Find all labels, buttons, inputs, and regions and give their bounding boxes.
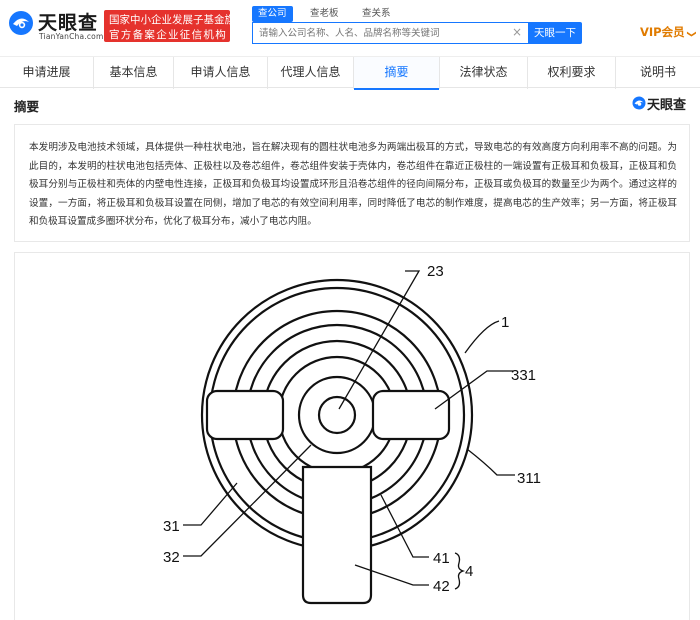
label-42: 42: [433, 578, 450, 595]
logo-eye-icon: [9, 11, 33, 35]
tab-claims[interactable]: 权利要求: [528, 57, 616, 89]
leader-311: [466, 448, 515, 476]
label-32: 32: [163, 549, 180, 566]
tab-agent-info[interactable]: 代理人信息: [268, 57, 354, 89]
tab-abstract[interactable]: 摘要: [354, 57, 440, 90]
positive-tab-right: [371, 389, 451, 441]
section-title: 摘要: [14, 99, 40, 114]
patent-drawing: 23 1 331 311 31 32 41 42 4: [14, 252, 690, 620]
leader-1: [464, 320, 500, 354]
tab-description[interactable]: 说明书: [616, 57, 700, 89]
winding-ring-5: [297, 375, 377, 455]
vip-label: VIP会员: [640, 25, 685, 39]
search-box: ×: [252, 22, 528, 44]
tab-applicant-info[interactable]: 申请人信息: [174, 57, 268, 89]
watermark-text: 天眼查: [647, 98, 687, 113]
label-23: 23: [427, 263, 444, 280]
negative-tab-stem: [301, 465, 373, 605]
search-input[interactable]: [259, 25, 509, 41]
abstract-text: 本发明涉及电池技术领域，具体提供一种柱状电池，旨在解决现有的圆柱状电池多为两端出…: [14, 124, 690, 242]
search-button[interactable]: 天眼一下: [528, 22, 582, 44]
top-header: 天眼查 TianYanCha.com 国家中小企业发展子基金旗下 官方备案企业征…: [0, 0, 700, 56]
tab-application-progress[interactable]: 申请进展: [0, 57, 94, 89]
clear-icon[interactable]: ×: [512, 25, 522, 39]
label-41: 41: [433, 550, 450, 567]
tianyancha-logo[interactable]: 天眼查 TianYanCha.com: [8, 6, 104, 46]
label-31: 31: [163, 518, 180, 535]
battery-drawing-svg: 23 1 331 311 31 32 41 42 4: [163, 263, 541, 605]
brace-4: [454, 552, 466, 590]
patent-tab-bar: 申请进展 基本信息 申请人信息 代理人信息 摘要 法律状态 权利要求 说明书: [0, 56, 700, 90]
label-4: 4: [465, 563, 473, 580]
watermark-logo-icon: [632, 96, 646, 110]
positive-tab-left: [205, 389, 285, 441]
logo-text: 天眼查: [38, 12, 99, 34]
official-badge: 国家中小企业发展子基金旗下 官方备案企业征信机构: [104, 10, 246, 42]
search-tab-boss[interactable]: 查老板: [304, 6, 345, 22]
badge-line-1: 国家中小企业发展子基金旗下: [109, 14, 246, 26]
label-1: 1: [501, 314, 509, 331]
chevron-down-icon: ❯: [685, 30, 696, 38]
leader-32: [183, 444, 312, 557]
center-circle: [317, 395, 357, 435]
label-311: 311: [517, 470, 541, 487]
leader-31: [183, 482, 238, 526]
search-tab-company[interactable]: 查公司: [252, 6, 293, 22]
badge-line-2: 官方备案企业征信机构: [109, 29, 227, 41]
label-331: 331: [511, 367, 536, 384]
tab-basic-info[interactable]: 基本信息: [94, 57, 174, 89]
search-tab-relation[interactable]: 查关系: [356, 6, 397, 22]
tab-legal-status[interactable]: 法律状态: [440, 57, 528, 89]
logo-subtext: TianYanCha.com: [39, 32, 104, 41]
vip-member-link[interactable]: VIP会员❯: [640, 24, 696, 40]
